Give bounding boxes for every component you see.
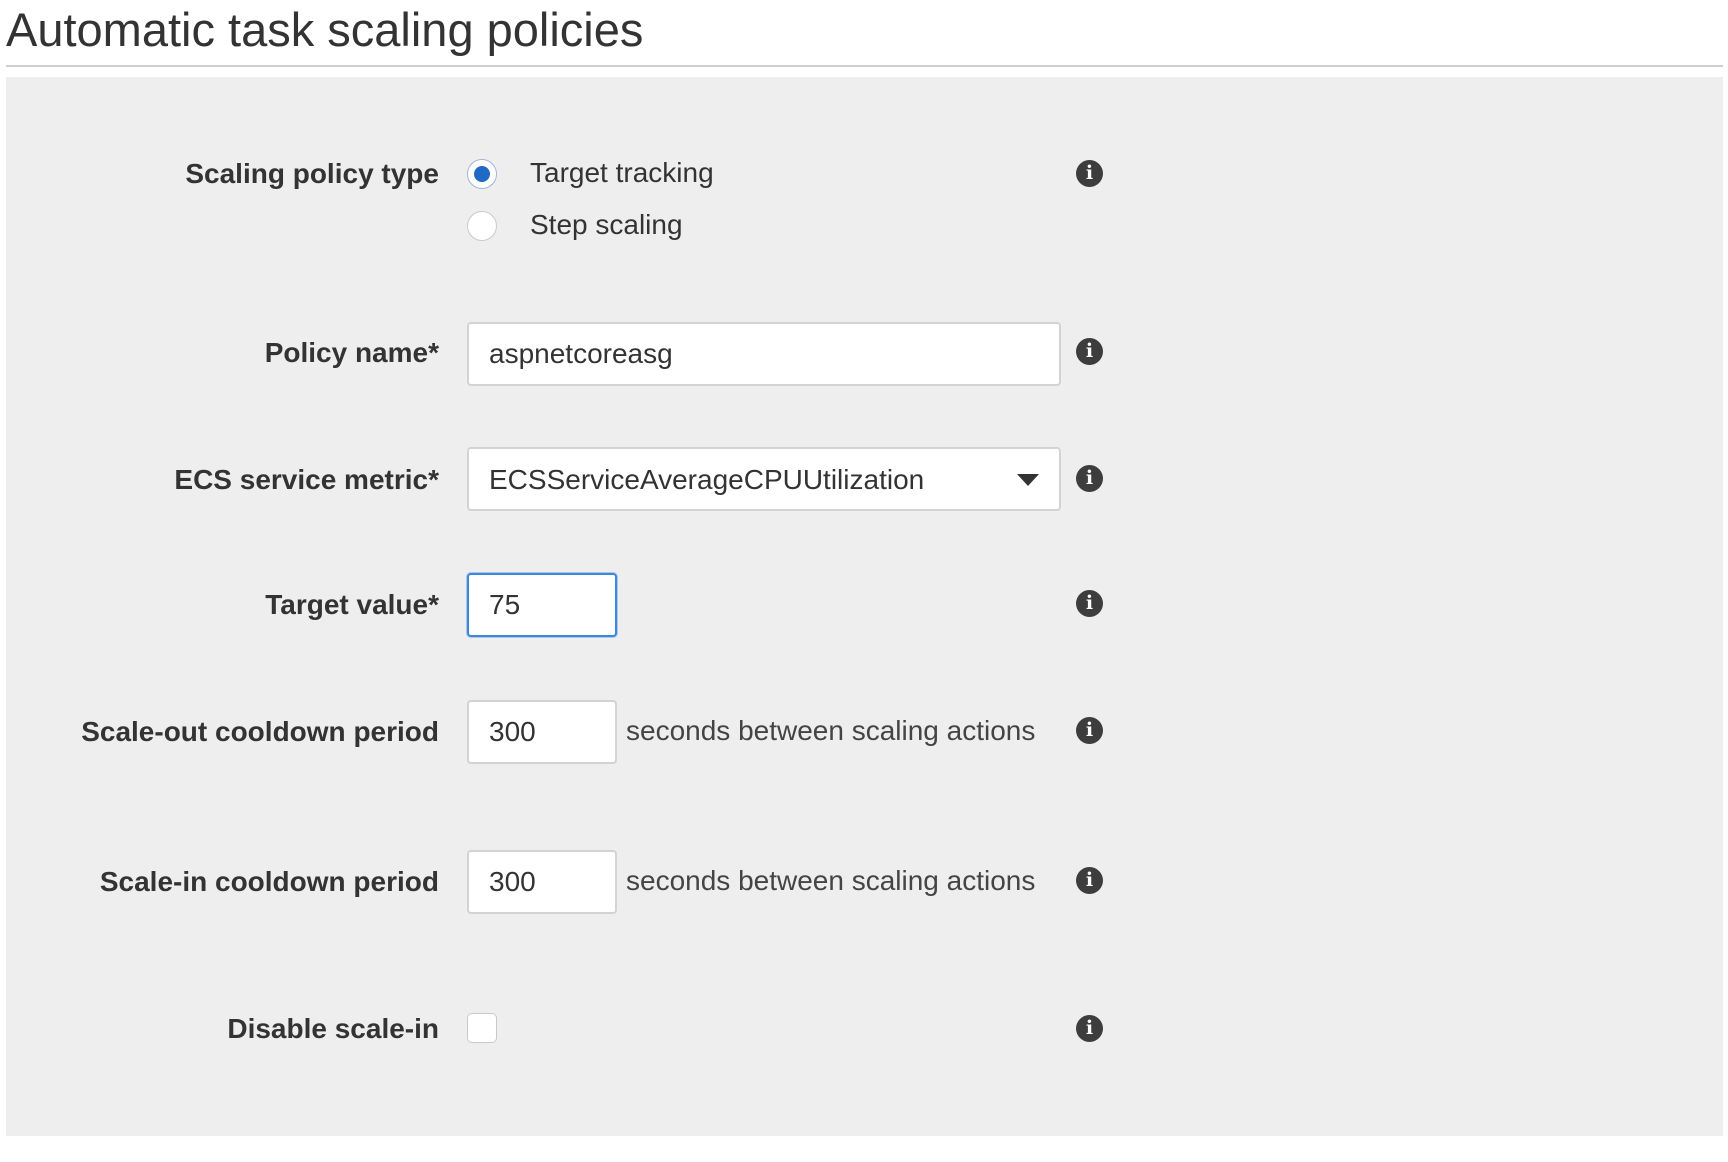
info-icon[interactable]: i [1076,717,1103,744]
info-icon[interactable]: i [1076,590,1103,617]
scaling-policy-panel [6,77,1723,1136]
target-tracking-label[interactable]: Target tracking [530,157,714,189]
step-scaling-radio[interactable] [467,211,497,241]
ecs-service-metric-label: ECS service metric* [174,464,439,495]
info-icon[interactable]: i [1076,465,1103,492]
info-icon[interactable]: i [1076,338,1103,365]
info-icon[interactable]: i [1076,867,1103,894]
scale-out-cooldown-suffix: seconds between scaling actions [626,715,1036,746]
scale-in-cooldown-input[interactable] [467,850,617,914]
scale-in-cooldown-label: Scale-in cooldown period [99,866,439,897]
info-icon[interactable]: i [1076,160,1103,187]
target-value-label: Target value* [265,589,439,620]
policy-name-input[interactable] [467,322,1061,386]
scale-out-cooldown-input[interactable] [467,700,617,764]
target-tracking-radio[interactable] [467,159,497,189]
scale-out-cooldown-label: Scale-out cooldown period [81,716,439,747]
title-divider [6,65,1723,67]
chevron-down-icon [1017,474,1039,486]
info-icon[interactable]: i [1076,1015,1103,1042]
disable-scale-in-checkbox[interactable] [467,1013,497,1043]
disable-scale-in-label: Disable scale-in [227,1013,439,1044]
section-title: Automatic task scaling policies [6,3,644,56]
scale-in-cooldown-suffix: seconds between scaling actions [626,865,1036,896]
target-value-input[interactable] [467,573,617,637]
ecs-service-metric-select[interactable]: ECSServiceAverageCPUUtilization [467,447,1061,511]
step-scaling-label[interactable]: Step scaling [530,209,683,241]
policy-name-label: Policy name* [264,337,439,368]
scaling-policy-type-label: Scaling policy type [185,158,439,189]
ecs-service-metric-value: ECSServiceAverageCPUUtilization [489,464,925,495]
